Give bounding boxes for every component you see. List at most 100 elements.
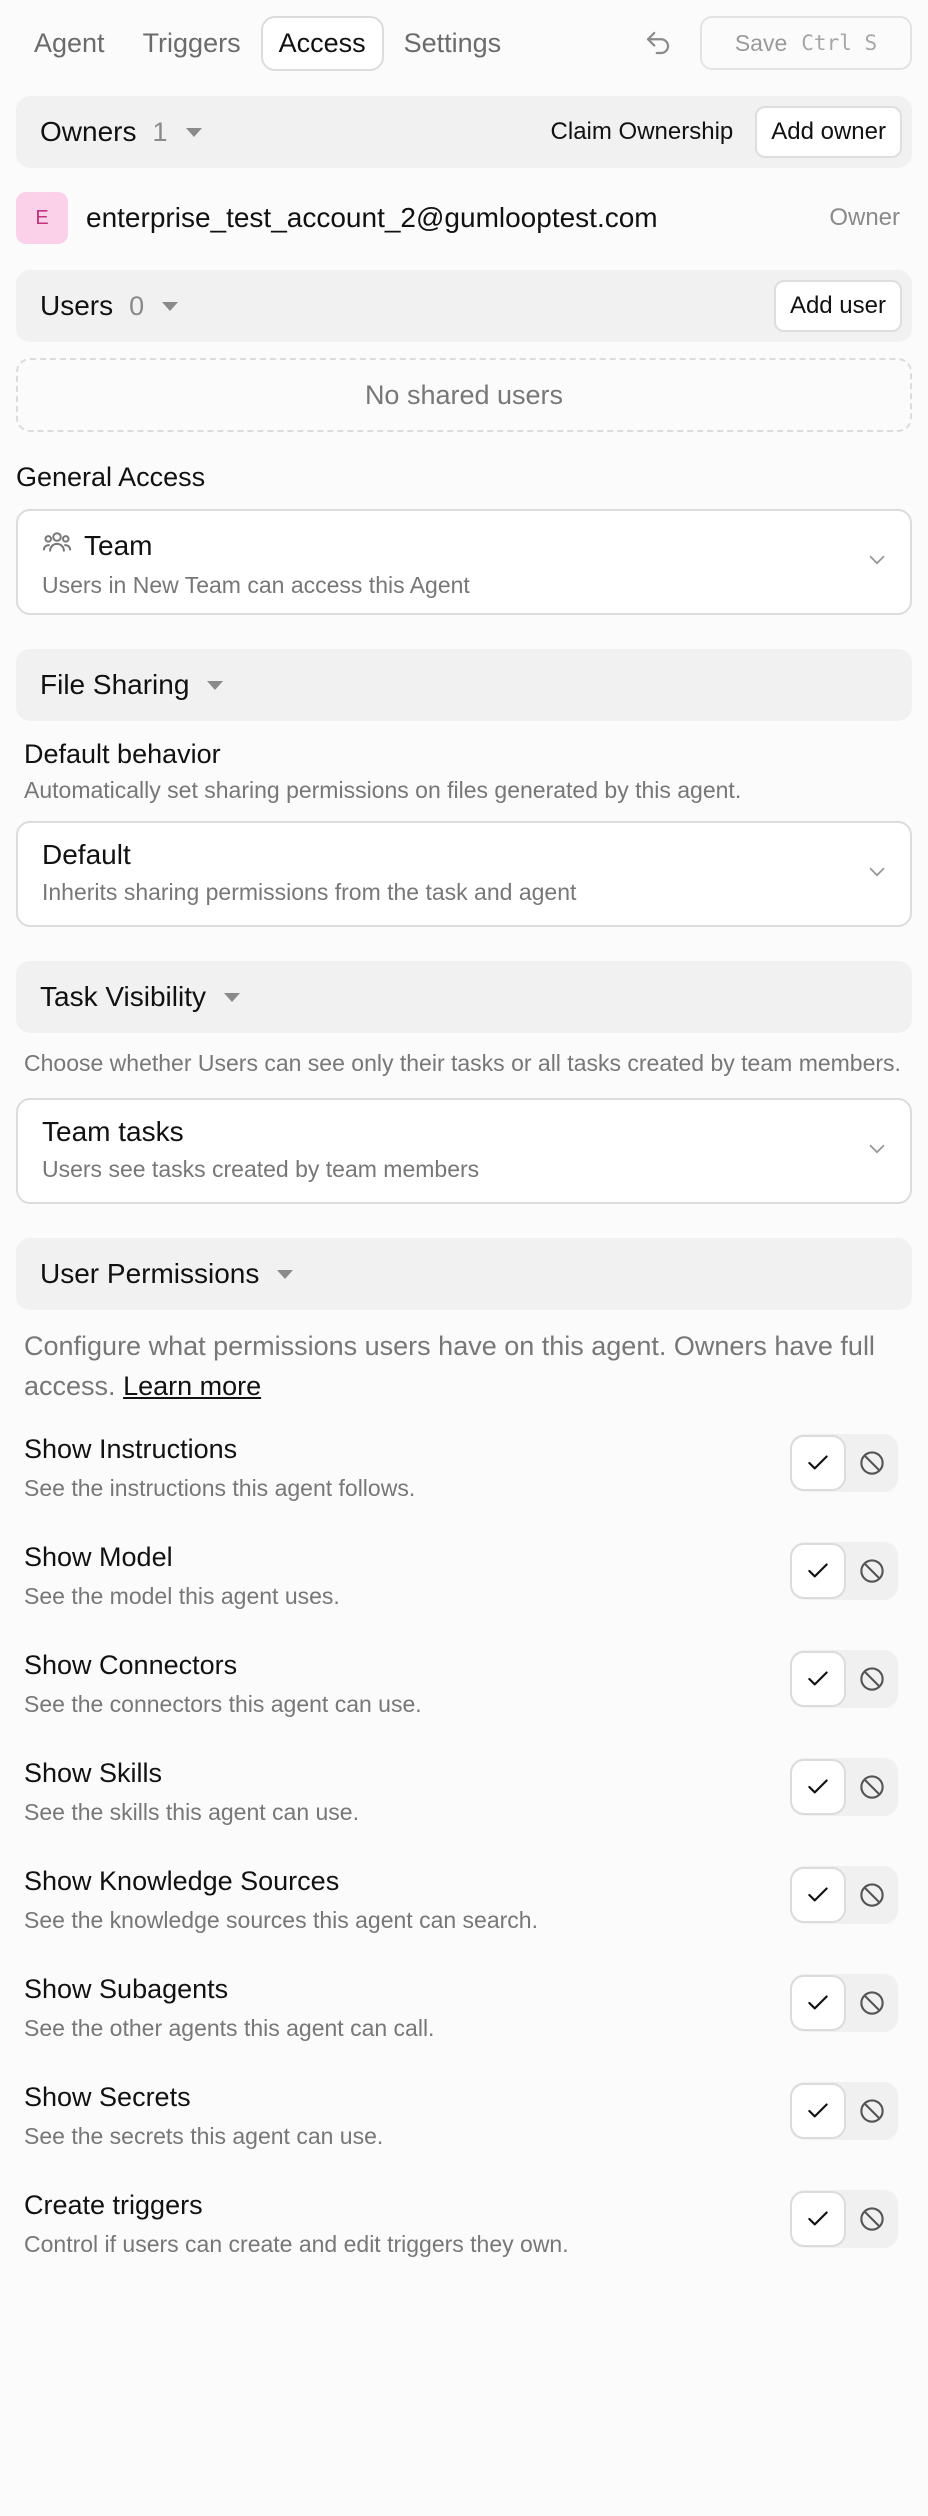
allow-check-icon[interactable]: [790, 1867, 846, 1923]
team-icon: [42, 527, 72, 564]
general-access-value-row: Team: [42, 527, 886, 564]
permission-title: Show Model: [24, 1542, 173, 1572]
tab-agent[interactable]: Agent: [16, 16, 123, 71]
task-visibility-select[interactable]: Team tasks Users see tasks created by te…: [16, 1098, 912, 1204]
task-visibility-title: Task Visibility: [40, 981, 206, 1012]
caret-down-icon: [162, 301, 179, 311]
owner-role: Owner: [829, 204, 900, 231]
add-user-button[interactable]: Add user: [773, 280, 902, 332]
permission-title: Show Instructions: [24, 1434, 238, 1464]
user-permissions-title: User Permissions: [40, 1258, 260, 1289]
permission-title: Show Subagents: [24, 1974, 229, 2004]
permission-row: Show Secrets See the secrets this agent …: [24, 2082, 904, 2190]
permission-desc: See the other agents this agent can call…: [24, 2015, 435, 2041]
permission-toggle: [790, 1758, 898, 1816]
permission-row: Show Skills See the skills this agent ca…: [24, 1758, 904, 1866]
claim-ownership-button[interactable]: Claim Ownership: [551, 118, 734, 146]
caret-down-icon: [223, 992, 240, 1002]
permission-toggle: [790, 1974, 898, 2032]
task-visibility-section-header[interactable]: Task Visibility: [16, 961, 912, 1033]
allow-check-icon[interactable]: [790, 1435, 846, 1491]
permission-title: Show Skills: [24, 1758, 163, 1788]
save-shortcut: Ctrl S: [801, 31, 878, 55]
file-sharing-value-desc: Inherits sharing permissions from the ta…: [42, 879, 577, 905]
learn-more-link[interactable]: Learn more: [123, 1371, 261, 1401]
file-sharing-value: Default: [42, 839, 131, 870]
allow-check-icon[interactable]: [790, 1651, 846, 1707]
users-section-header[interactable]: Users 0 Add user: [16, 270, 912, 342]
allow-check-icon[interactable]: [790, 2191, 846, 2247]
allow-check-icon[interactable]: [790, 1975, 846, 2031]
caret-down-icon: [185, 127, 202, 137]
tab-settings[interactable]: Settings: [386, 16, 520, 71]
users-count: 0: [129, 290, 145, 321]
caret-down-icon: [277, 1269, 294, 1279]
default-behavior-desc: Automatically set sharing permissions on…: [24, 777, 742, 803]
access-page: Agent Triggers Access Settings Save Ctrl…: [0, 0, 928, 2516]
allow-check-icon[interactable]: [790, 2083, 846, 2139]
allow-check-icon[interactable]: [790, 1759, 846, 1815]
permission-toggle: [790, 1650, 898, 1708]
permission-row: Show Knowledge Sources See the knowledge…: [24, 1866, 904, 1974]
permission-row: Show Subagents See the other agents this…: [24, 1974, 904, 2082]
owner-email: enterprise_test_account_2@gumlooptest.co…: [86, 202, 658, 233]
permission-toggle: [790, 2190, 898, 2248]
permission-desc: See the instructions this agent follows.: [24, 1475, 416, 1501]
tab-triggers[interactable]: Triggers: [125, 16, 259, 71]
add-owner-button[interactable]: Add owner: [755, 106, 902, 158]
permission-title: Create triggers: [24, 2190, 203, 2220]
deny-ban-icon[interactable]: [846, 2083, 898, 2139]
user-permissions-section-header[interactable]: User Permissions: [16, 1238, 912, 1310]
avatar: E: [16, 192, 68, 244]
save-label: Save: [734, 29, 788, 56]
deny-ban-icon[interactable]: [846, 1759, 898, 1815]
deny-ban-icon[interactable]: [846, 1975, 898, 2031]
user-permissions-desc-block: Configure what permissions users have on…: [16, 1326, 912, 1406]
general-access-value: Team: [84, 529, 153, 561]
save-button[interactable]: Save Ctrl S: [700, 16, 912, 70]
permission-desc: See the secrets this agent can use.: [24, 2123, 384, 2149]
owners-actions: Claim Ownership Add owner: [551, 96, 902, 168]
users-title: Users: [40, 290, 114, 321]
file-sharing-select[interactable]: Default Inherits sharing permissions fro…: [16, 821, 912, 927]
caret-down-icon: [207, 680, 224, 690]
permission-title: Show Connectors: [24, 1650, 238, 1680]
permission-row: Show Connectors See the connectors this …: [24, 1650, 904, 1758]
file-sharing-title: File Sharing: [40, 669, 190, 700]
deny-ban-icon[interactable]: [846, 1867, 898, 1923]
default-behavior-block: Default behavior Automatically set shari…: [16, 739, 912, 807]
permission-title: Show Knowledge Sources: [24, 1866, 340, 1896]
permissions-list: Show Instructions See the instructions t…: [16, 1434, 912, 2298]
top-tab-bar: Agent Triggers Access Settings Save Ctrl…: [16, 0, 912, 86]
permission-toggle: [790, 1866, 898, 1924]
permission-desc: See the model this agent uses.: [24, 1583, 340, 1609]
general-access-description: Users in New Team can access this Agent: [42, 572, 470, 598]
deny-ban-icon[interactable]: [846, 1651, 898, 1707]
no-shared-users-box: No shared users: [16, 358, 912, 432]
allow-check-icon[interactable]: [790, 1543, 846, 1599]
owners-section-header[interactable]: Owners 1 Claim Ownership Add owner: [16, 96, 912, 168]
permission-title: Show Secrets: [24, 2082, 191, 2112]
general-access-title: General Access: [16, 462, 206, 492]
task-visibility-value-desc: Users see tasks created by team members: [42, 1156, 480, 1182]
permission-desc: Control if users can create and edit tri…: [24, 2231, 569, 2257]
undo-icon[interactable]: [638, 23, 678, 63]
permission-row: Show Model See the model this agent uses…: [24, 1542, 904, 1650]
permission-toggle: [790, 1542, 898, 1600]
permission-toggle: [790, 2082, 898, 2140]
file-sharing-section-header[interactable]: File Sharing: [16, 649, 912, 721]
deny-ban-icon[interactable]: [846, 2191, 898, 2247]
chevron-down-icon: [866, 549, 888, 576]
tab-access[interactable]: Access: [260, 15, 384, 71]
deny-ban-icon[interactable]: [846, 1543, 898, 1599]
permission-row: Show Instructions See the instructions t…: [24, 1434, 904, 1542]
default-behavior-title: Default behavior: [24, 739, 221, 769]
permission-toggle: [790, 1434, 898, 1492]
owner-row: E enterprise_test_account_2@gumlooptest.…: [16, 168, 912, 268]
task-visibility-desc: Choose whether Users can see only their …: [24, 1050, 901, 1076]
top-actions: Save Ctrl S: [638, 16, 912, 70]
general-access-select[interactable]: Team Users in New Team can access this A…: [16, 509, 912, 615]
deny-ban-icon[interactable]: [846, 1435, 898, 1491]
empty-text: No shared users: [364, 379, 564, 410]
permission-desc: See the knowledge sources this agent can…: [24, 1907, 538, 1933]
